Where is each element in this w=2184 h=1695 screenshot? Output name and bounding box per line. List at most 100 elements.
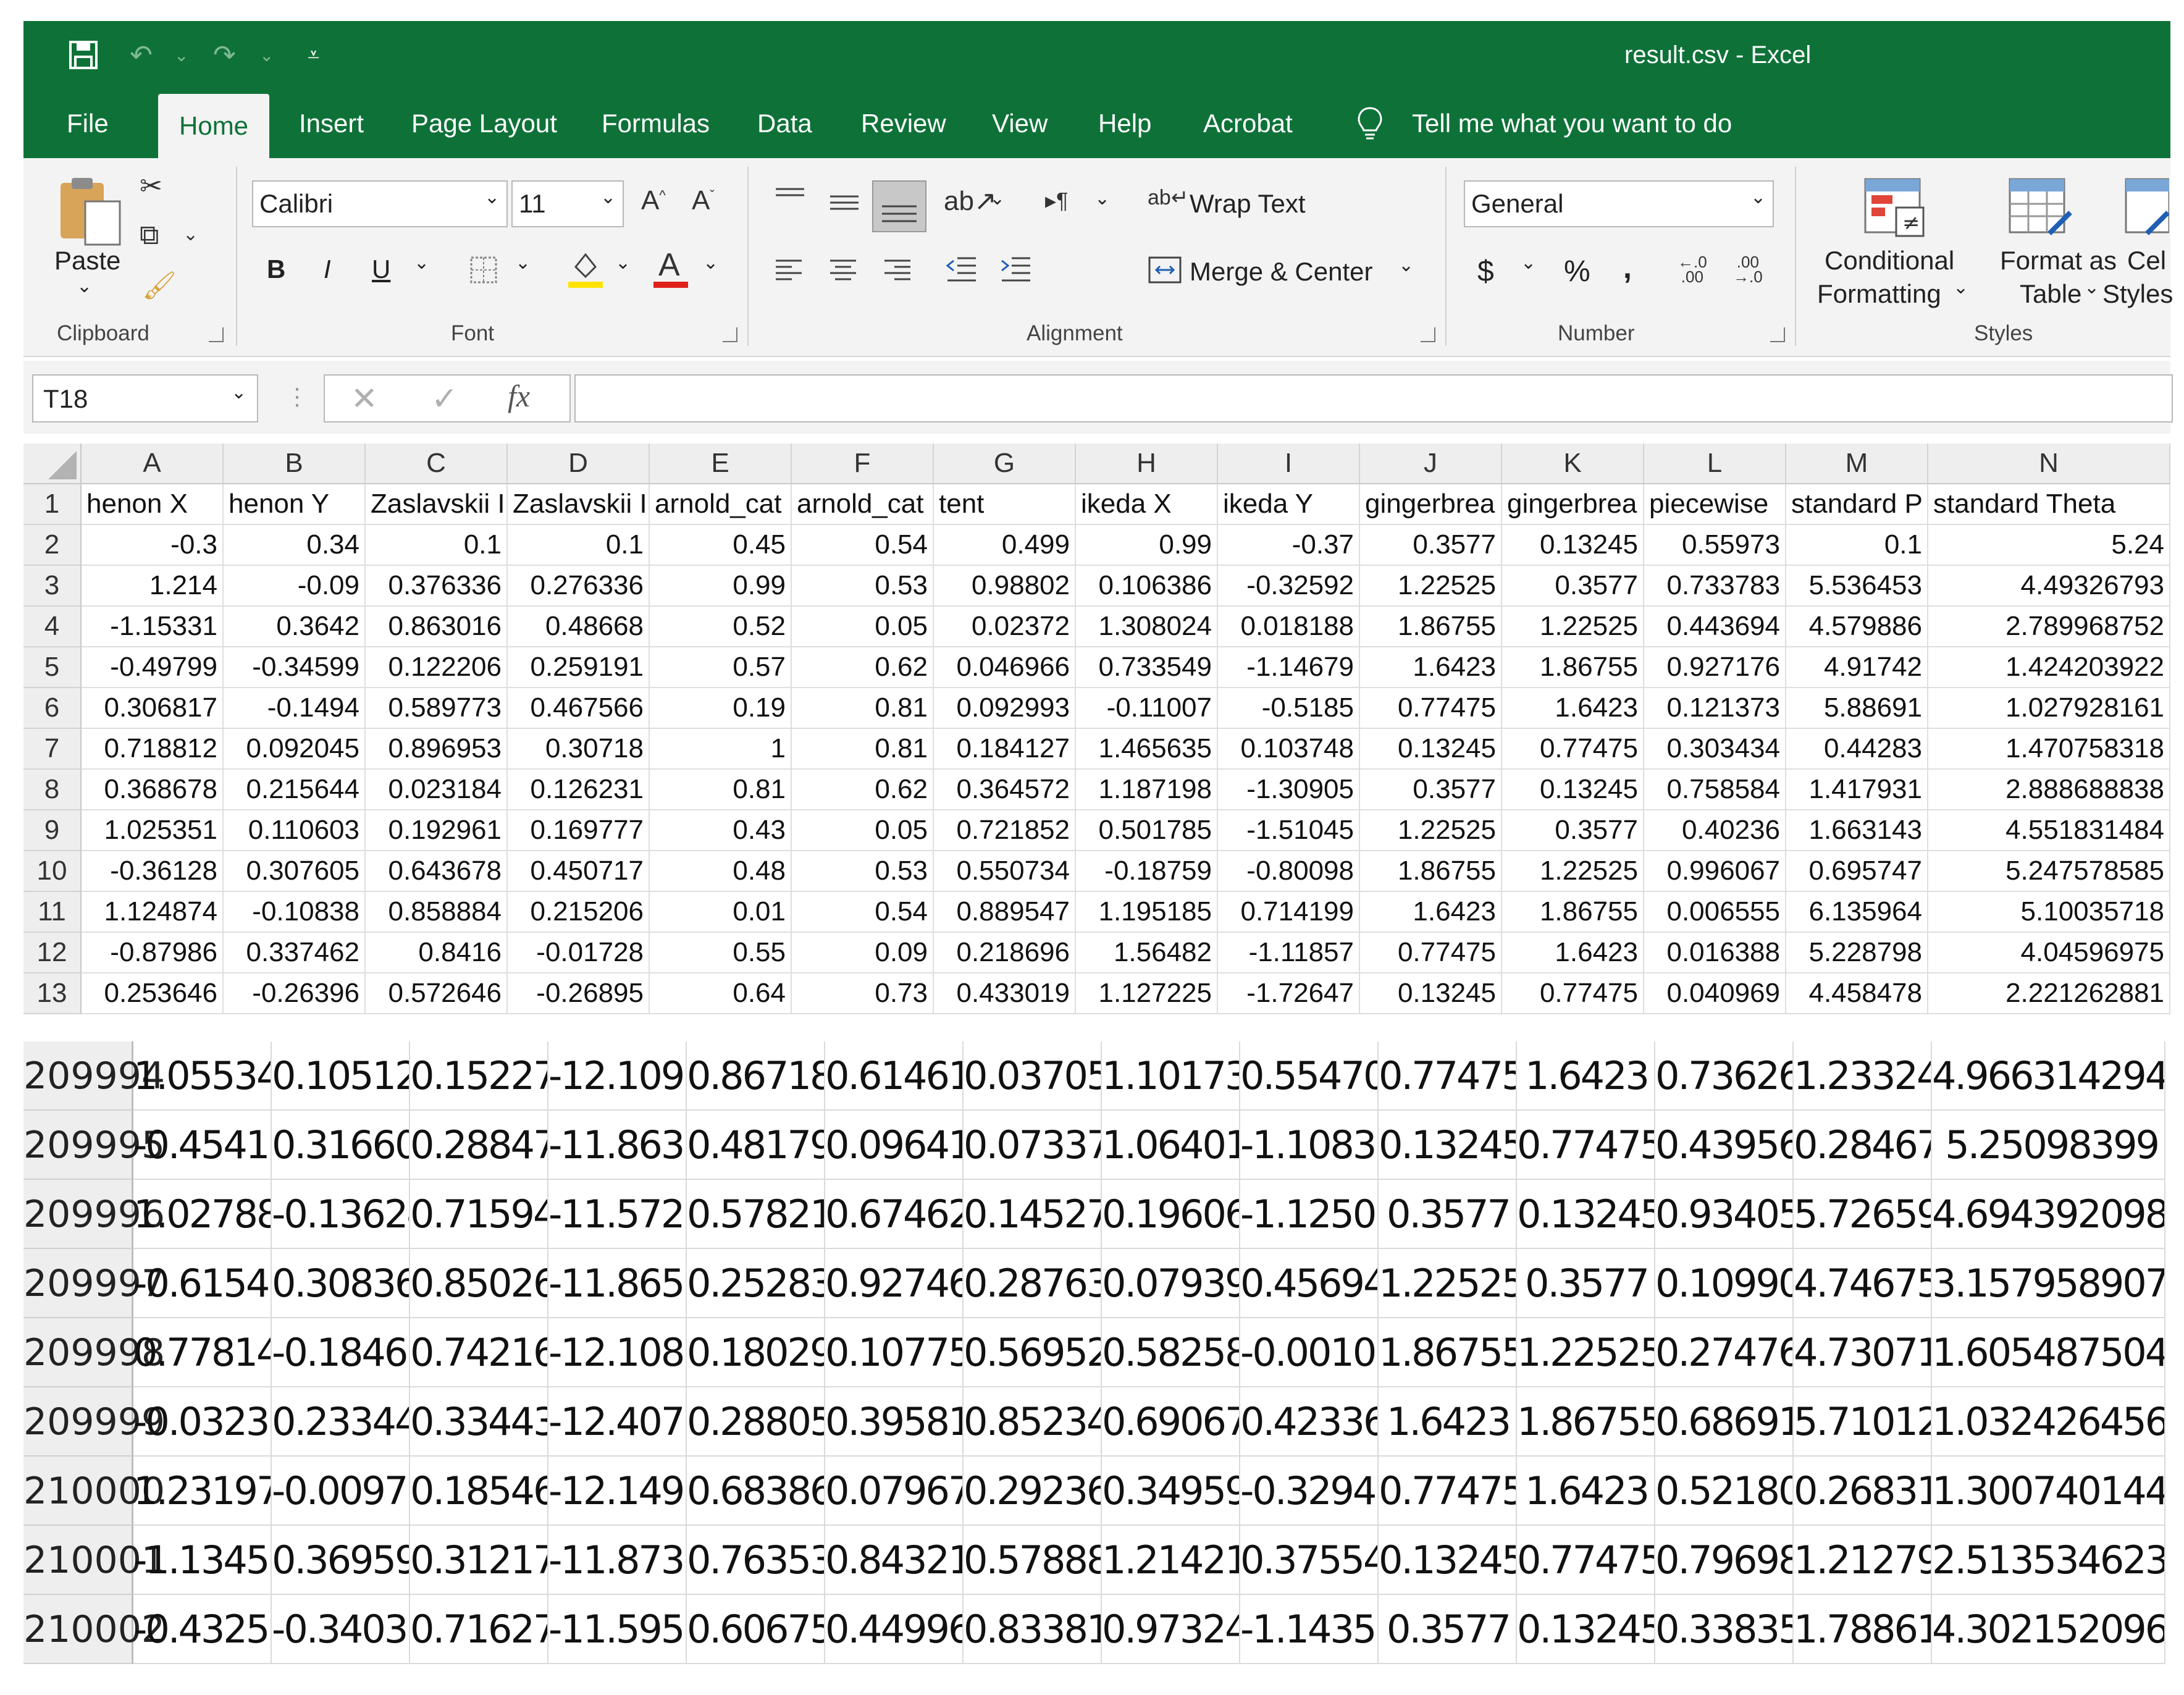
grid-cell[interactable]: 1.22525	[1379, 1249, 1517, 1318]
grid-cell[interactable]: 0.843213	[825, 1526, 964, 1595]
grid-cell[interactable]: 0.758584	[1644, 770, 1786, 810]
grid-cell[interactable]: 1.86755	[1502, 892, 1644, 933]
tab-insert[interactable]: Insert	[299, 89, 364, 158]
grid-cell[interactable]: 0.046966	[934, 647, 1076, 688]
chevron-down-icon[interactable]: ⌄	[484, 187, 500, 208]
grid-cell[interactable]: -1.1083	[1240, 1111, 1379, 1180]
grid-cell[interactable]: 0.05	[792, 810, 934, 851]
grid-cell[interactable]: 0.77475	[1360, 688, 1502, 729]
tab-formulas[interactable]: Formulas	[602, 89, 710, 158]
grid-cell[interactable]: 0.77475	[1379, 1041, 1517, 1111]
grid-cell[interactable]: -1.72647	[1218, 974, 1360, 1014]
lightbulb-icon[interactable]	[1356, 89, 1384, 158]
grid-cell[interactable]: 1.6423	[1517, 1041, 1655, 1111]
grid-cell[interactable]: 0.718812	[82, 729, 224, 770]
grid-cell[interactable]: 0.28847	[410, 1111, 548, 1180]
grid-cell[interactable]: 0.152273	[410, 1041, 548, 1111]
grid-cell[interactable]: Zaslavskii I	[508, 484, 650, 525]
grid-cell[interactable]: 0.714199	[1218, 892, 1360, 933]
grid-cell[interactable]: 0.018188	[1218, 607, 1360, 647]
chevron-down-icon[interactable]: ⌄	[231, 382, 246, 403]
row-header[interactable]: 209995	[23, 1111, 165, 1180]
grid-cell[interactable]: 0.643678	[366, 851, 508, 892]
grid-cell[interactable]: 1.055342	[133, 1041, 272, 1111]
alignment-launcher-icon[interactable]	[1421, 327, 1435, 342]
grid-cell[interactable]: 0.40236	[1644, 810, 1786, 851]
grid-cell[interactable]: 1.22525	[1502, 851, 1644, 892]
grid-cell[interactable]: 0.13245	[1360, 729, 1502, 770]
grid-cell[interactable]: 0.109906	[1655, 1249, 1794, 1318]
grid-cell[interactable]: 0.303434	[1644, 729, 1786, 770]
grid-cell[interactable]: 4.746752	[1794, 1249, 1932, 1318]
italic-button[interactable]: I	[324, 254, 331, 284]
grid-cell[interactable]: 0.103748	[1218, 729, 1360, 770]
row-header[interactable]: 6	[23, 688, 82, 729]
grid-cell[interactable]: 0.375544	[1240, 1526, 1379, 1595]
grid-cell[interactable]: 0.796984	[1655, 1526, 1794, 1595]
grid-cell[interactable]: 1.10173	[1102, 1041, 1240, 1111]
grid-cell[interactable]: 0.126231	[508, 770, 650, 810]
row-header[interactable]: 209996	[23, 1180, 165, 1249]
grid-cell[interactable]: -0.61541	[133, 1249, 272, 1318]
grid-cell[interactable]: -1.30905	[1218, 770, 1360, 810]
chevron-down-icon[interactable]: ⌄	[1094, 188, 1110, 209]
chevron-down-icon[interactable]: ⌄	[1398, 254, 1414, 276]
grid-cell[interactable]: 0.215644	[224, 770, 366, 810]
grid-cell[interactable]: 0.715946	[410, 1180, 548, 1249]
grid-cell[interactable]: 0.77475	[1517, 1526, 1655, 1595]
fill-color-icon[interactable]	[567, 248, 604, 292]
column-header-e[interactable]: E	[650, 444, 792, 484]
grid-cell[interactable]: 1.56482	[1076, 933, 1218, 974]
grid-cell[interactable]: 0.77475	[1502, 729, 1644, 770]
grid-cell[interactable]: 1.6423	[1502, 688, 1644, 729]
row-header[interactable]: 11	[23, 892, 82, 933]
enter-icon[interactable]: ✓	[431, 381, 458, 418]
grid-cell[interactable]: 1.465635	[1076, 729, 1218, 770]
tab-review[interactable]: Review	[861, 89, 946, 158]
column-header-c[interactable]: C	[366, 444, 508, 484]
grid-cell[interactable]: 5.228798	[1786, 933, 1928, 974]
grid-cell[interactable]: 0.81	[792, 688, 934, 729]
grid-cell[interactable]: 0.98802	[934, 566, 1076, 607]
grid-cell[interactable]: tent	[934, 484, 1076, 525]
chevron-down-icon[interactable]: ⌄	[414, 252, 429, 274]
copy-icon[interactable]: ⧉	[140, 220, 159, 251]
grid-cell[interactable]: 0.252836	[687, 1249, 825, 1318]
grid-cell[interactable]: 1.064014	[1102, 1111, 1240, 1180]
grid-cell[interactable]: -0.32592	[1218, 566, 1360, 607]
increase-decimal-icon[interactable]: ←.0.00	[1678, 254, 1707, 285]
font-color-icon[interactable]: A	[652, 247, 689, 292]
grid-cell[interactable]: 5.710124	[1794, 1387, 1932, 1457]
grid-cell[interactable]: 0.77475	[1517, 1111, 1655, 1180]
chevron-down-icon[interactable]: ⌄	[600, 187, 616, 208]
grid-cell[interactable]: 0.145272	[964, 1180, 1102, 1249]
grid-cell[interactable]: piecewise	[1644, 484, 1786, 525]
grid-cell[interactable]: 0.306817	[82, 688, 224, 729]
dropdown-icon[interactable]: ⌄	[259, 21, 274, 89]
tab-view[interactable]: View	[992, 89, 1048, 158]
grid-cell[interactable]: -11.8733	[548, 1526, 687, 1595]
grid-cell[interactable]: 0.292364	[964, 1457, 1102, 1526]
grid-cell[interactable]: 0.1	[508, 525, 650, 566]
grid-cell[interactable]: 2.789968752	[1928, 607, 2170, 647]
chevron-down-icon[interactable]: ⌄	[183, 224, 198, 245]
grid-cell[interactable]: 1.22525	[1502, 607, 1644, 647]
grid-cell[interactable]: 1.300740144	[1932, 1457, 2165, 1526]
row-header[interactable]: 209998	[23, 1318, 165, 1387]
grid-cell[interactable]: 4.579886	[1786, 607, 1928, 647]
grid-cell[interactable]: -1.14679	[1218, 647, 1360, 688]
grid-cell[interactable]: 1.788617	[1794, 1595, 1932, 1664]
grid-cell[interactable]: arnold_cat	[792, 484, 934, 525]
grid-cell[interactable]: standard P	[1786, 484, 1928, 525]
grid-cell[interactable]: 0.778143	[133, 1318, 272, 1387]
grid-cell[interactable]: -0.00105	[1240, 1318, 1379, 1387]
tab-help[interactable]: Help	[1098, 89, 1151, 158]
borders-icon[interactable]	[469, 256, 498, 287]
grid-cell[interactable]: 0.62	[792, 647, 934, 688]
grid-cell[interactable]: 0.337462	[224, 933, 366, 974]
grid-cell[interactable]: 1.663143	[1786, 810, 1928, 851]
grid-cell[interactable]: henon X	[82, 484, 224, 525]
grid-cell[interactable]: 0.44283	[1786, 729, 1928, 770]
grid-cell[interactable]: 0.62	[792, 770, 934, 810]
grid-cell[interactable]: 0.433019	[934, 974, 1076, 1014]
